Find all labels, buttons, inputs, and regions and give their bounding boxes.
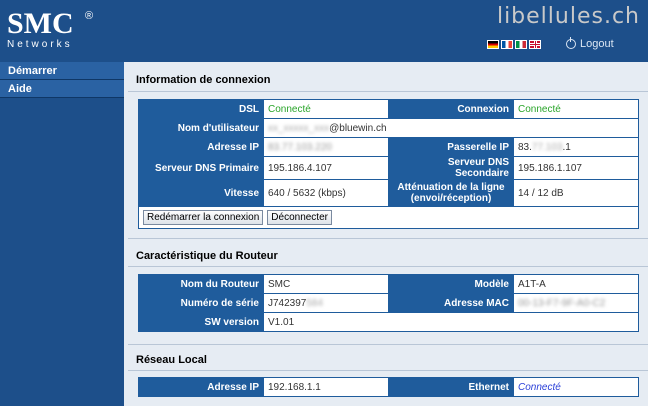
ip-value: 83.77.103.220 bbox=[263, 137, 389, 157]
table-row: Numéro de série J742397584 Adresse MAC 0… bbox=[138, 293, 639, 313]
divider bbox=[128, 344, 648, 345]
logout-label: Logout bbox=[580, 38, 614, 50]
divider bbox=[128, 91, 648, 92]
ip-value-text: 83.77.103.220 bbox=[268, 141, 332, 153]
main-content: Information de connexion DSL Connecté Co… bbox=[128, 62, 648, 406]
de-flag-icon[interactable] bbox=[487, 40, 499, 49]
serial-value: J742397584 bbox=[263, 293, 389, 313]
table-row: Serveur DNS Primaire 195.186.4.107 Serve… bbox=[138, 156, 639, 180]
uk-flag-icon[interactable] bbox=[529, 40, 541, 49]
sw-version-value: V1.01 bbox=[263, 312, 639, 332]
watermark: libellules.ch bbox=[496, 4, 640, 29]
disconnect-button[interactable]: Déconnecter bbox=[267, 210, 332, 225]
ethernet-status: Connecté bbox=[513, 377, 639, 397]
router-name-value: SMC bbox=[263, 274, 389, 294]
logo-brand: SMC bbox=[7, 7, 74, 40]
atten-value: 14 / 12 dB bbox=[513, 179, 639, 207]
gateway-label: Passerelle IP bbox=[388, 137, 514, 157]
dsl-label: DSL bbox=[138, 99, 264, 119]
gateway-prefix: 83. bbox=[518, 141, 532, 153]
smc-logo: SMC ® Networks bbox=[7, 7, 93, 51]
serial-hidden: 584 bbox=[306, 297, 324, 309]
divider bbox=[128, 370, 648, 371]
logout-link[interactable]: Logout bbox=[566, 37, 614, 50]
mac-value: 00-13-F7-9F-A0-C2 bbox=[513, 293, 639, 313]
dns2-label: Serveur DNS Secondaire bbox=[388, 156, 514, 180]
table-row: Nom d'utilisateur xx_xxxxx_xxx@bluewin.c… bbox=[138, 118, 639, 138]
connexion-table: DSL Connecté Connexion Connecté Nom d'ut… bbox=[138, 99, 639, 229]
header-bar: SMC ® Networks libellules.ch Logout bbox=[0, 0, 648, 62]
user-value-domain: @bluewin.ch bbox=[329, 122, 387, 134]
atten-label-line1: Atténuation de la ligne bbox=[397, 182, 505, 193]
language-flags bbox=[487, 40, 541, 49]
divider bbox=[128, 238, 648, 239]
speed-value: 640 / 5632 (kbps) bbox=[263, 179, 389, 207]
section-title-router: Caractéristique du Routeur bbox=[136, 250, 278, 262]
table-row: Vitesse 640 / 5632 (kbps) Atténuation de… bbox=[138, 179, 639, 207]
lan-table: Adresse IP 192.168.1.1 Ethernet Connecté bbox=[138, 377, 639, 397]
table-row: Redémarrer la connexion Déconnecter bbox=[138, 206, 639, 229]
sidebar: Démarrer Aide bbox=[0, 62, 124, 406]
fr-flag-icon[interactable] bbox=[501, 40, 513, 49]
dns1-label: Serveur DNS Primaire bbox=[138, 156, 264, 180]
section-title-lan: Réseau Local bbox=[136, 354, 207, 366]
model-label: Modèle bbox=[388, 274, 514, 294]
sidebar-item-aide[interactable]: Aide bbox=[0, 80, 124, 98]
it-flag-icon[interactable] bbox=[515, 40, 527, 49]
table-row: Adresse IP 83.77.103.220 Passerelle IP 8… bbox=[138, 137, 639, 157]
sw-version-label: SW version bbox=[138, 312, 264, 332]
sidebar-item-demarrer[interactable]: Démarrer bbox=[0, 62, 124, 80]
ip-label: Adresse IP bbox=[138, 137, 264, 157]
ethernet-label: Ethernet bbox=[388, 377, 514, 397]
table-row: Adresse IP 192.168.1.1 Ethernet Connecté bbox=[138, 377, 639, 397]
power-icon bbox=[566, 37, 576, 49]
dns2-value: 195.186.1.107 bbox=[513, 156, 639, 180]
serial-label: Numéro de série bbox=[138, 293, 264, 313]
section-title-connexion: Information de connexion bbox=[136, 74, 271, 86]
gateway-hidden: 77.103 bbox=[531, 141, 563, 153]
user-value: xx_xxxxx_xxx@bluewin.ch bbox=[263, 118, 639, 138]
logo-registered-mark: ® bbox=[85, 10, 94, 22]
gateway-suffix: .1 bbox=[562, 141, 571, 153]
serial-visible: J742397 bbox=[268, 297, 307, 309]
restart-connection-button[interactable]: Redémarrer la connexion bbox=[143, 210, 264, 225]
table-row: DSL Connecté Connexion Connecté bbox=[138, 99, 639, 119]
model-value: A1T-A bbox=[513, 274, 639, 294]
atten-label: Atténuation de la ligne (envoi/réception) bbox=[388, 179, 514, 207]
gateway-value: 83.77.103.1 bbox=[513, 137, 639, 157]
user-label: Nom d'utilisateur bbox=[138, 118, 264, 138]
connexion-status: Connecté bbox=[513, 99, 639, 119]
atten-label-line2: (envoi/réception) bbox=[410, 193, 492, 204]
table-row: Nom du Routeur SMC Modèle A1T-A bbox=[138, 274, 639, 294]
speed-label: Vitesse bbox=[138, 179, 264, 207]
divider bbox=[128, 266, 648, 267]
table-row: SW version V1.01 bbox=[138, 312, 639, 332]
mac-label: Adresse MAC bbox=[388, 293, 514, 313]
mac-value-text: 00-13-F7-9F-A0-C2 bbox=[518, 297, 606, 309]
dns1-value: 195.186.4.107 bbox=[263, 156, 389, 180]
lan-ip-value: 192.168.1.1 bbox=[263, 377, 389, 397]
logo-subtitle: Networks bbox=[7, 39, 73, 50]
dsl-status: Connecté bbox=[263, 99, 389, 119]
action-cell: Redémarrer la connexion Déconnecter bbox=[138, 206, 639, 229]
router-name-label: Nom du Routeur bbox=[138, 274, 264, 294]
lan-ip-label: Adresse IP bbox=[138, 377, 264, 397]
connexion-label: Connexion bbox=[388, 99, 514, 119]
user-value-hidden: xx_xxxxx_xxx bbox=[268, 122, 330, 134]
router-table: Nom du Routeur SMC Modèle A1T-A Numéro d… bbox=[138, 274, 639, 332]
